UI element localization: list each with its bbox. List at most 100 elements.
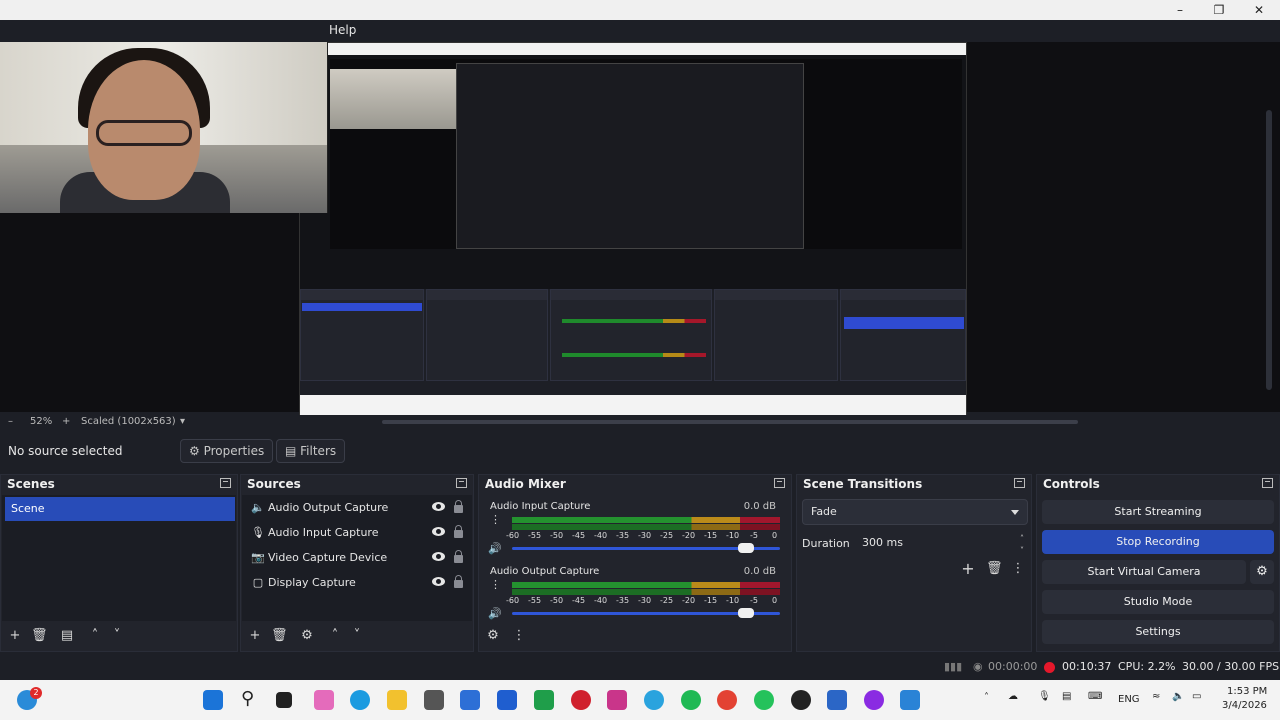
add-icon[interactable]: + [7,628,23,644]
lock-icon[interactable] [454,525,463,538]
mixer-channel-name: Audio Input Capture [490,501,591,512]
file-explorer-icon[interactable] [387,690,407,710]
transition-select[interactable]: Fade [802,499,1028,525]
source-item[interactable]: 🔈 Audio Output Capture [246,497,472,519]
visibility-eye-icon[interactable] [432,552,445,561]
level-meter [512,582,780,588]
status-bar: ▮▮▮ ◉ 00:00:00 00:10:37 CPU: 2.2% 30.00 … [0,656,1280,678]
move-down-icon[interactable]: ˅ [349,628,365,644]
cloud-icon[interactable]: ☁ [1008,691,1018,702]
chevron-up-icon[interactable]: ˄ [984,692,989,703]
telegram-icon[interactable] [644,690,664,710]
speaker-icon[interactable]: 🔊 [488,542,502,555]
studio-mode-button[interactable]: Studio Mode [1042,590,1274,614]
minimize-button[interactable]: – [1160,0,1200,20]
kebab-menu-icon[interactable]: ⋮ [1010,561,1026,577]
source-item[interactable]: 📷 Video Capture Device [246,547,472,569]
sources-toolbar: + 🗑 ⚙ ˄ ˅ [241,623,473,651]
stop-recording-button[interactable]: Stop Recording [1042,530,1274,554]
instagram-icon[interactable] [607,690,627,710]
app-icon[interactable] [497,690,517,710]
pinterest-icon[interactable] [571,690,591,710]
filters-button[interactable]: ▤ Filters [276,439,346,463]
keyboard-icon[interactable]: ⌨ [1088,691,1102,702]
add-icon[interactable]: + [960,561,976,577]
start-icon[interactable] [203,690,223,710]
kebab-menu-icon[interactable]: ⋮ [490,514,501,525]
chrome-icon[interactable] [717,690,737,710]
undock-icon[interactable] [1262,478,1273,488]
kebab-menu-icon[interactable]: ⋮ [490,579,501,590]
start-streaming-button[interactable]: Start Streaming [1042,500,1274,524]
sources-list: 🔈 Audio Output Capture 🎙 Audio Input Cap… [242,495,472,621]
volume-slider-handle[interactable] [738,543,754,553]
add-icon[interactable]: + [247,628,263,644]
level-meter [512,589,780,595]
copilot-icon[interactable] [314,690,334,710]
advanced-audio-gear-icon[interactable]: ⚙ [485,628,501,644]
wifi-icon[interactable]: ≈ [1152,691,1160,702]
language-indicator[interactable]: ENG [1118,694,1140,705]
whatsapp-icon[interactable] [754,690,774,710]
preview-vertical-scrollbar[interactable] [1266,110,1272,390]
task-view-icon[interactable] [276,692,292,708]
duration-input[interactable]: 300 ms ˄ ˅ [854,530,1028,556]
move-down-icon[interactable]: ˅ [109,628,125,644]
update-icon[interactable]: ▤ [1062,691,1071,702]
store-icon[interactable] [460,690,480,710]
move-up-icon[interactable]: ˄ [87,628,103,644]
app-icon[interactable] [424,690,444,710]
lock-icon[interactable] [454,550,463,563]
visibility-eye-icon[interactable] [432,527,445,536]
speaker-icon[interactable]: 🔊 [488,607,502,620]
podcast-icon[interactable] [864,690,884,710]
trash-icon[interactable]: 🗑 [271,628,288,644]
clock-date[interactable]: 3/4/2026 [1222,700,1267,711]
start-virtual-camera-button[interactable]: Start Virtual Camera [1042,560,1246,584]
xbox-icon[interactable] [534,690,554,710]
word-icon[interactable] [827,690,847,710]
search-icon[interactable]: ⚲ [241,688,254,709]
undock-icon[interactable] [220,478,231,488]
close-button[interactable]: ✕ [1239,0,1279,20]
vscode-icon[interactable] [900,690,920,710]
gear-icon[interactable]: ⚙ [299,628,315,644]
preview-area[interactable] [0,42,1280,424]
scale-dropdown-icon[interactable]: ▾ [180,416,185,427]
restore-button[interactable]: ❐ [1199,0,1239,20]
volume-slider-handle[interactable] [738,608,754,618]
trash-icon[interactable]: 🗑 [31,628,48,644]
clock-time[interactable]: 1:53 PM [1227,686,1267,697]
edge-icon[interactable] [350,690,370,710]
spotify-icon[interactable] [681,690,701,710]
battery-icon[interactable]: ▭ [1192,691,1201,702]
tick-label: -10 [726,531,740,540]
lock-icon[interactable] [454,500,463,513]
zoom-in-icon[interactable]: + [62,416,70,427]
undock-icon[interactable] [1014,478,1025,488]
visibility-eye-icon[interactable] [432,577,445,586]
filter-icon[interactable]: ▤ [59,628,75,644]
settings-button[interactable]: Settings [1042,620,1274,644]
undock-icon[interactable] [456,478,467,488]
obs-icon[interactable] [791,690,811,710]
source-item[interactable]: ▢ Display Capture [246,572,472,594]
nested-obs-window [456,63,804,249]
kebab-menu-icon[interactable]: ⋮ [511,628,527,644]
virtual-camera-gear-icon[interactable]: ⚙ [1250,560,1274,584]
zoom-out-icon[interactable]: – [8,416,13,427]
scale-mode[interactable]: Scaled (1002x563) [81,416,176,427]
lock-icon[interactable] [454,575,463,588]
move-up-icon[interactable]: ˄ [327,628,343,644]
tick-label: -60 [506,596,520,605]
capture-transitions-dock [714,289,838,381]
trash-icon[interactable]: 🗑 [986,561,1003,577]
undock-icon[interactable] [774,478,785,488]
microphone-icon[interactable]: 🎙 [1038,691,1051,702]
properties-button[interactable]: ⚙ Properties [180,439,274,463]
visibility-eye-icon[interactable] [432,502,445,511]
menu-help[interactable]: Help [329,23,356,37]
scene-item[interactable]: Scene [5,497,235,521]
volume-icon[interactable]: 🔈 [1172,691,1184,702]
source-item[interactable]: 🎙 Audio Input Capture [246,522,472,544]
